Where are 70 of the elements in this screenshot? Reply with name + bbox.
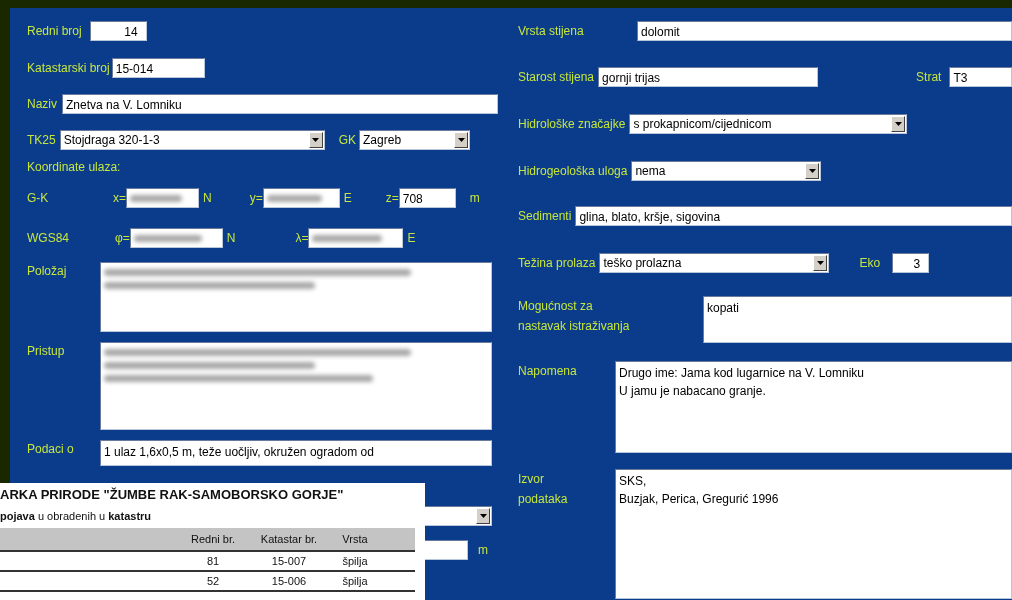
text-field[interactable]: Znetva na V. Lomniku [62, 94, 498, 114]
field-label: Katastarski broj [27, 61, 110, 75]
field-label: Redni broj [27, 24, 82, 38]
column-header: Redni br. [190, 533, 236, 545]
field-label: Strat [916, 70, 942, 84]
field-label: Sedimenti [518, 209, 572, 223]
field-label: y= [249, 191, 263, 205]
field-label: Starost stijena [518, 70, 595, 84]
text-area[interactable]: SKS, Buzjak, Perica, Gregurić 1996 [615, 469, 1012, 599]
table-cell-text: 15-006 [270, 575, 308, 587]
table-cell-text: 81 [205, 555, 221, 567]
field-label: Napomena [518, 363, 578, 378]
text-area[interactable]: 1 ulaz 1,6x0,5 m, teže uočljiv, okružen ogradom od [100, 440, 492, 466]
text-field[interactable]: dolomit [637, 21, 1012, 41]
text-field[interactable]: 708 [398, 188, 456, 208]
column-header: Katastar br. [259, 533, 319, 545]
field-label: TK25 [27, 133, 56, 147]
field-label: Hidrogeološka uloga [518, 164, 628, 178]
field-label: φ= [115, 231, 130, 245]
table-cell-text: 52 [205, 575, 221, 587]
text-line: SKS, [619, 473, 648, 490]
field-label: G-K [27, 191, 50, 205]
text-field[interactable]: 15-014 [111, 58, 205, 78]
text-field[interactable]: gornji trijas [598, 67, 819, 87]
field-label: Pristup [27, 343, 66, 358]
field-label: N [203, 191, 212, 205]
field-label: Težina prolaza [518, 256, 596, 270]
section-heading: Koordinate ulaza: [27, 160, 121, 174]
text-line: kopati [707, 300, 741, 317]
text-field[interactable]: 14 [89, 21, 147, 41]
field-label: Vrsta stijena [518, 24, 585, 38]
field-label: podataka [518, 491, 569, 508]
field-label: Eko [859, 256, 881, 270]
dropdown[interactable]: Stojdraga 320-1-3 [59, 130, 325, 150]
dropdown[interactable]: s prokapnicom/cijednicom [629, 114, 908, 134]
text-line: U jamu je nabacano granje. [619, 383, 767, 400]
field-label: m [469, 191, 480, 205]
field-label: x= [113, 191, 126, 205]
dropdown[interactable]: Zagreb [359, 130, 471, 150]
table-cell-text: 15-007 [270, 555, 308, 567]
text-line: Drugo ime: Jama kod lugarnice na V. Lomniku [619, 365, 866, 382]
field-label: Mogućnost za [518, 298, 594, 315]
table-cell-text: špilja [341, 555, 369, 567]
text-field[interactable]: 3 [892, 253, 930, 273]
field-label: E [343, 191, 352, 205]
field-label: λ= [295, 231, 309, 245]
dropdown[interactable]: nema [631, 161, 822, 181]
field-label: Podaci o [27, 441, 75, 456]
field-label: N [226, 231, 236, 245]
field-label: WGS84 [27, 231, 70, 245]
field-label: Hidrološke značajke [518, 117, 626, 131]
table-cell-text: špilja [341, 575, 369, 587]
field-label: E [407, 231, 416, 245]
dropdown[interactable]: teško prolazna [599, 253, 830, 273]
text-line: Buzjak, Perica, Gregurić 1996 [619, 491, 780, 508]
field-label: GK [338, 133, 357, 147]
field-label: m [478, 543, 488, 557]
text-field[interactable]: T3 [949, 67, 1012, 87]
text-area[interactable]: Drugo ime: Jama kod lugarnice na V. Lomniku U jamu je nabacano granje. [615, 361, 1012, 453]
text-line: 1 ulaz 1,6x0,5 m, teže uočljiv, okružen ogradom od [104, 444, 375, 461]
field-label: z= [385, 191, 399, 205]
document-title: ARKA PRIRODE "ŽUMBE RAK-SAMOBORSKO GORJE" [0, 487, 345, 502]
field-label: Naziv [27, 97, 57, 111]
document-subtitle: pojava u obradenih u katastru [0, 510, 153, 522]
field-label: Izvor [518, 471, 545, 488]
field-label: nastavak istraživanja [518, 318, 631, 335]
field-label: Položaj [27, 263, 68, 278]
text-area[interactable]: kopati [703, 296, 1012, 343]
column-header: Vrsta [341, 533, 369, 545]
text-field[interactable]: glina, blato, kršje, sigovina [575, 206, 1012, 226]
